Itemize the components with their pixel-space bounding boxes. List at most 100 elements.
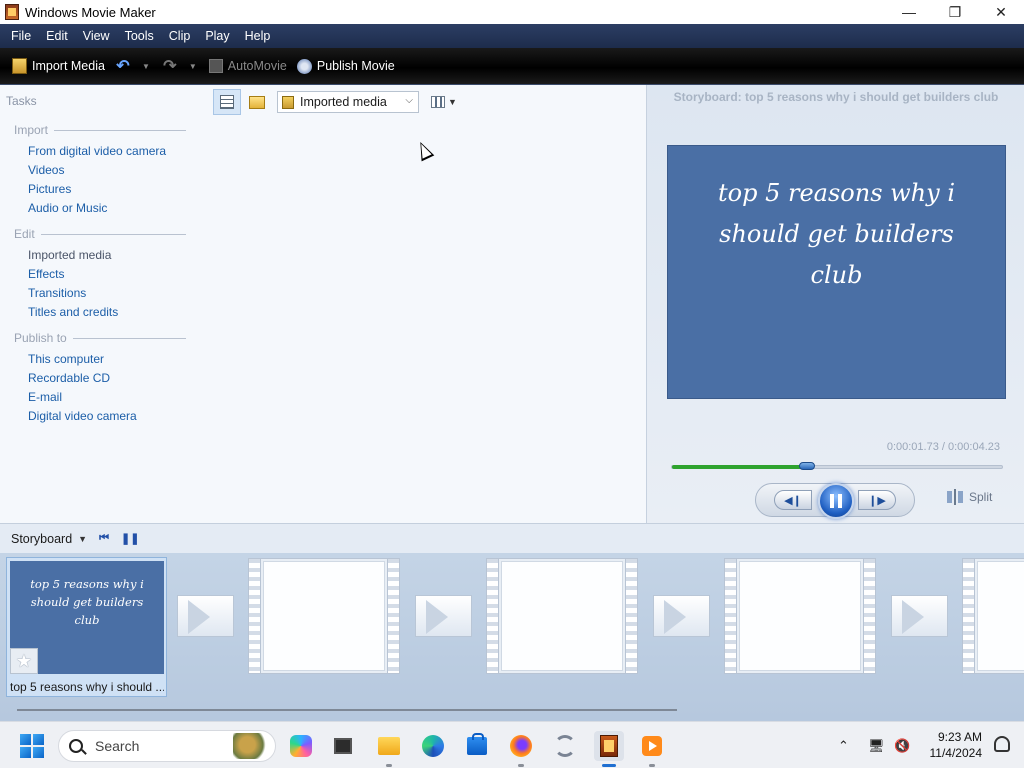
automovie-label: AutoMovie	[227, 59, 287, 73]
storyboard: top 5 reasons why i should get builders …	[0, 553, 1024, 721]
show-tasks-button[interactable]	[213, 89, 241, 115]
movie-maker-taskbar-icon[interactable]	[594, 731, 624, 767]
task-effects[interactable]: Effects	[28, 267, 64, 281]
copilot-app-icon[interactable]	[286, 731, 316, 761]
menu-tools[interactable]: Tools	[125, 29, 154, 43]
publish-movie-label: Publish Movie	[316, 59, 395, 73]
menu-file[interactable]: File	[11, 29, 31, 43]
storyboard-view-dropdown[interactable]: Storyboard	[11, 532, 72, 546]
running-indicator	[649, 764, 655, 767]
empty-frame	[739, 561, 861, 671]
terminal-app-icon[interactable]	[328, 731, 358, 761]
thumbnail-view-icon	[431, 96, 445, 108]
undo-button[interactable]: ↶	[115, 58, 136, 75]
store-icon	[467, 733, 487, 755]
taskbar-search-box[interactable]: Search	[58, 730, 276, 762]
film-sprocket	[625, 559, 637, 673]
undo-dropdown-arrow-icon[interactable]: ▼	[142, 62, 150, 71]
import-media-icon	[12, 58, 27, 74]
sync-app-icon[interactable]	[550, 731, 580, 761]
transition-slot[interactable]	[415, 595, 472, 637]
star-icon[interactable]: ★	[10, 648, 38, 674]
empty-clip-slot[interactable]	[724, 558, 876, 674]
task-titles-credits[interactable]: Titles and credits	[28, 305, 118, 319]
restore-button[interactable]: ❐	[932, 0, 978, 24]
windows-start-icon[interactable]	[20, 734, 44, 758]
empty-frame	[501, 561, 623, 671]
close-button[interactable]: ✕	[978, 0, 1024, 24]
minimize-button[interactable]: —	[886, 0, 932, 24]
window-title: Windows Movie Maker	[25, 4, 156, 20]
tasks-view-icon	[220, 95, 234, 109]
redo-icon: ↷	[163, 58, 177, 75]
firefox-app-icon[interactable]	[506, 731, 536, 767]
empty-clip-slot[interactable]	[248, 558, 400, 674]
media-player-app-icon[interactable]	[637, 731, 667, 767]
automovie-button[interactable]: AutoMovie	[208, 59, 287, 73]
seek-bar-thumb[interactable]	[799, 462, 816, 470]
next-frame-button[interactable]: ❙▶	[858, 490, 896, 510]
collection-dropdown[interactable]: Imported media ⌵	[277, 91, 419, 113]
import-media-button[interactable]: Import Media	[12, 58, 105, 74]
pause-storyboard-button[interactable]: ❚❚	[121, 532, 139, 545]
show-hidden-icons-chevron-icon[interactable]: ⌃	[838, 722, 849, 768]
task-import-videos[interactable]: Videos	[28, 163, 64, 177]
notification-bell-icon[interactable]	[994, 736, 1010, 752]
preview-monitor: top 5 reasons why i should get builders …	[667, 145, 1006, 399]
task-import-audio-music[interactable]: Audio or Music	[28, 201, 107, 215]
storyboard-clip-selected[interactable]: top 5 reasons why i should get builders …	[6, 557, 167, 697]
menu-bar: File Edit View Tools Clip Play Help	[0, 24, 1024, 48]
rewind-storyboard-button[interactable]: ⏮	[99, 532, 109, 545]
terminal-icon	[334, 738, 352, 754]
file-explorer-icon	[378, 737, 400, 755]
file-explorer-app-icon[interactable]	[374, 731, 404, 767]
network-icon[interactable]: 🖥	[868, 722, 885, 768]
transition-slot[interactable]	[177, 595, 234, 637]
redo-dropdown-arrow-icon[interactable]: ▼	[189, 62, 197, 71]
undo-icon: ↶	[116, 58, 130, 75]
task-transitions[interactable]: Transitions	[28, 286, 86, 300]
menu-play[interactable]: Play	[205, 29, 229, 43]
redo-button[interactable]: ↷	[162, 58, 183, 75]
film-sprocket	[249, 559, 261, 673]
transition-slot[interactable]	[653, 595, 710, 637]
task-imported-media[interactable]: Imported media	[28, 248, 111, 262]
copilot-icon	[290, 735, 312, 757]
task-import-pictures[interactable]: Pictures	[28, 182, 71, 196]
collections-button[interactable]	[243, 89, 271, 115]
tasks-title: Tasks	[6, 94, 37, 108]
film-sprocket	[725, 559, 737, 673]
task-publish-digital-video-camera[interactable]: Digital video camera	[28, 409, 137, 423]
task-publish-this-computer[interactable]: This computer	[28, 352, 104, 366]
split-button[interactable]: Split	[947, 489, 993, 505]
seek-bar[interactable]	[671, 462, 1003, 470]
menu-clip[interactable]: Clip	[169, 29, 191, 43]
section-divider	[54, 129, 186, 131]
film-sprocket	[387, 559, 399, 673]
volume-muted-icon[interactable]: 🔇	[894, 722, 910, 768]
publish-heading-label: Publish to	[14, 331, 67, 345]
chevron-down-icon: ⌵	[405, 95, 413, 106]
empty-clip-slot[interactable]	[962, 558, 1024, 674]
empty-clip-slot[interactable]	[486, 558, 638, 674]
play-pause-button[interactable]	[818, 483, 854, 519]
menu-help[interactable]: Help	[245, 29, 271, 43]
previous-frame-button[interactable]: ◀❙	[774, 490, 812, 510]
publish-movie-button[interactable]: Publish Movie	[296, 58, 395, 74]
split-label: Split	[969, 490, 993, 504]
menu-view[interactable]: View	[83, 29, 110, 43]
views-button[interactable]: ▼	[431, 96, 457, 108]
search-highlight-image	[233, 733, 269, 759]
chevron-down-icon[interactable]: ▼	[78, 534, 87, 544]
edge-app-icon[interactable]	[418, 731, 448, 761]
task-publish-recordable-cd[interactable]: Recordable CD	[28, 371, 110, 385]
collections-toolbar: Imported media ⌵ ▼	[213, 89, 457, 115]
task-publish-email[interactable]: E-mail	[28, 390, 62, 404]
task-from-digital-video-camera[interactable]: From digital video camera	[28, 144, 166, 158]
transition-slot[interactable]	[891, 595, 948, 637]
taskbar-clock[interactable]: 9:23 AM 11/4/2024	[930, 729, 983, 761]
storyboard-scrollbar[interactable]	[17, 709, 677, 711]
edit-section-heading: Edit	[14, 227, 186, 241]
menu-edit[interactable]: Edit	[46, 29, 68, 43]
store-app-icon[interactable]	[462, 731, 492, 761]
